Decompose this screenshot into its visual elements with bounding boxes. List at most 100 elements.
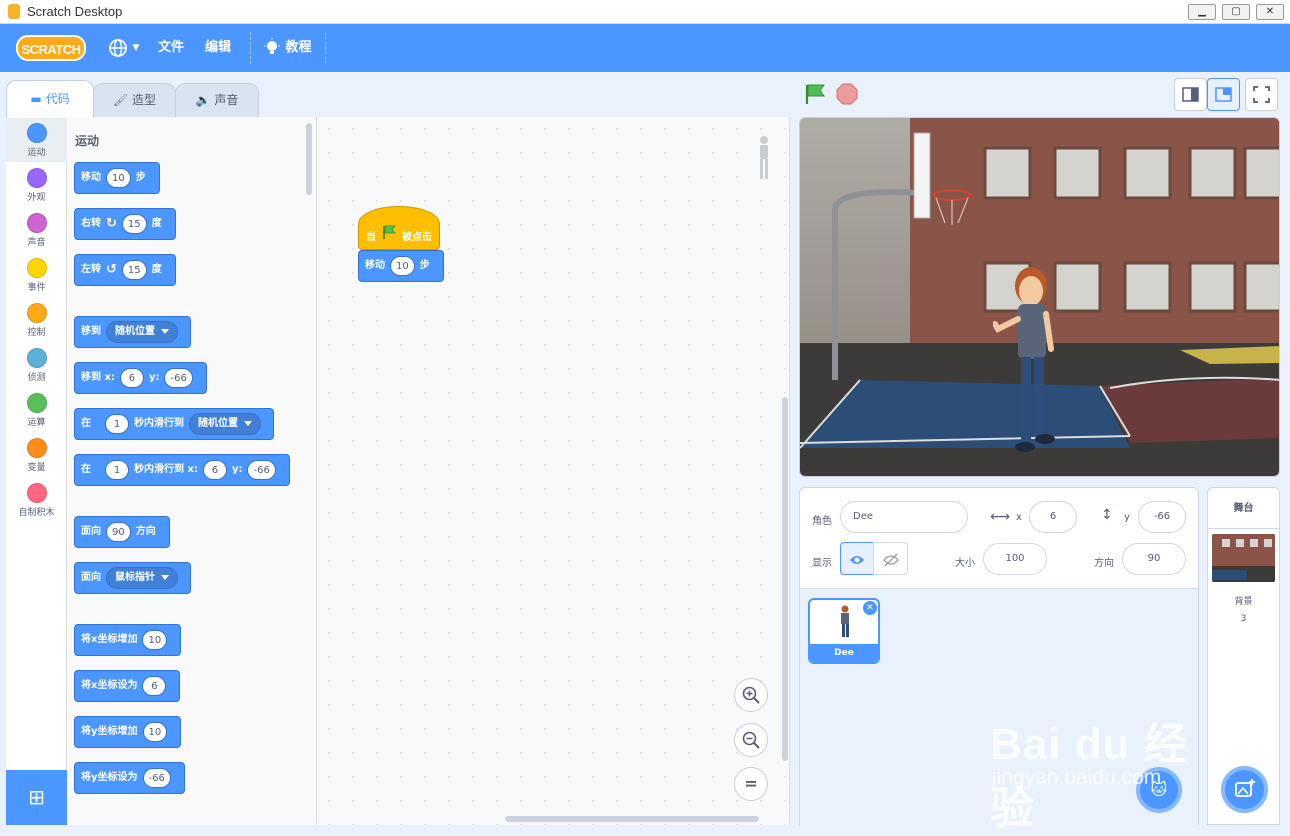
green-flag-button[interactable]: [804, 83, 826, 105]
block-label: y:: [148, 372, 160, 383]
degrees-input[interactable]: 15: [121, 260, 147, 280]
steps-input[interactable]: 10: [390, 256, 415, 276]
category-color-dot: [26, 393, 47, 413]
block-label: 将x坐标设为: [81, 680, 138, 691]
show-sprite-button[interactable]: [840, 542, 874, 575]
large-stage-button[interactable]: [1207, 78, 1240, 111]
tutorials-menu[interactable]: 教程: [263, 24, 312, 72]
palette-category-title: 运动: [75, 134, 100, 148]
dee-sprite[interactable]: [993, 264, 1063, 459]
category-item[interactable]: 声音: [6, 207, 67, 252]
seconds-input[interactable]: 1: [105, 414, 129, 434]
category-label: 外观: [27, 193, 46, 203]
scratch-logo[interactable]: SCRATCH: [16, 35, 86, 61]
lightbulb-icon: [264, 38, 280, 54]
tab-costumes[interactable]: 🖌 造型: [93, 83, 176, 117]
category-color-dot: [26, 168, 47, 188]
maximize-button[interactable]: ▢: [1222, 4, 1250, 20]
block-label: 步: [419, 260, 430, 271]
size-label: 大小: [955, 558, 975, 569]
sprite-name-input[interactable]: Dee: [840, 501, 968, 533]
block-set-y[interactable]: 将y坐标设为 -66: [74, 762, 185, 794]
file-menu[interactable]: 文件: [158, 24, 184, 72]
block-goto[interactable]: 移到 随机位置: [74, 316, 191, 348]
vertical-arrows-icon: ↕: [1101, 507, 1113, 523]
block-label: 将y坐标设为: [81, 772, 138, 783]
script-area[interactable]: 当 被点击 移动 10 步 =: [317, 117, 790, 825]
x-input[interactable]: 6: [1029, 501, 1077, 533]
backdrop-thumbnail[interactable]: [1212, 534, 1275, 582]
size-input[interactable]: 100: [983, 543, 1047, 575]
zoom-in-button[interactable]: [734, 678, 768, 712]
glide-target-dropdown[interactable]: 随机位置: [189, 413, 261, 435]
category-item[interactable]: 侦测: [6, 342, 67, 387]
stage-canvas[interactable]: [799, 117, 1280, 477]
script-horizontal-scrollbar[interactable]: [505, 816, 759, 822]
tab-sounds[interactable]: 🔈 声音: [175, 83, 259, 117]
stop-button[interactable]: [836, 83, 858, 105]
block-set-x[interactable]: 将x坐标设为 6: [74, 670, 181, 702]
minimize-button[interactable]: ▁: [1188, 4, 1216, 20]
degrees-input[interactable]: 15: [121, 214, 147, 234]
direction-input[interactable]: 90: [106, 522, 131, 542]
category-label: 侦测: [27, 373, 46, 383]
add-extension-button[interactable]: ⊞: [6, 770, 67, 825]
language-menu[interactable]: ▼: [108, 24, 139, 72]
zoom-reset-button[interactable]: =: [734, 767, 768, 801]
hide-sprite-button[interactable]: [873, 542, 908, 575]
point-target-dropdown[interactable]: 鼠标指针: [106, 567, 178, 589]
menu-divider: [325, 32, 326, 64]
zoom-out-button[interactable]: [734, 723, 768, 757]
direction-input[interactable]: 90: [1122, 543, 1186, 575]
block-point-direction[interactable]: 面向 90 方向: [74, 516, 170, 548]
block-point-towards[interactable]: 面向 鼠标指针: [74, 562, 191, 594]
block-change-x[interactable]: 将x坐标增加 10: [74, 624, 182, 656]
block-glide-xy[interactable]: 在 1 秒内滑行到 x: 6 y: -66: [74, 454, 290, 486]
x-input[interactable]: 6: [202, 460, 227, 480]
palette-scrollbar[interactable]: [306, 123, 312, 195]
block-glide-to[interactable]: 在 1 秒内滑行到 随机位置: [74, 408, 274, 440]
category-item[interactable]: 外观: [6, 162, 67, 207]
close-button[interactable]: ✕: [1256, 4, 1284, 20]
block-turn-left[interactable]: 左转 ↺ 15 度: [74, 254, 176, 286]
category-item[interactable]: 自制积木: [6, 477, 67, 522]
script-vertical-scrollbar[interactable]: [782, 397, 788, 761]
value-input[interactable]: 6: [142, 676, 167, 696]
block-turn-right[interactable]: 右转 ↻ 15 度: [74, 208, 176, 240]
category-item[interactable]: 事件: [6, 252, 67, 297]
edit-menu[interactable]: 编辑: [205, 24, 231, 72]
block-move-steps-script[interactable]: 移动 10 步: [358, 250, 444, 282]
globe-icon: [109, 39, 127, 57]
add-extension-icon: ⊞: [28, 785, 45, 809]
y-input[interactable]: -66: [1138, 501, 1186, 533]
delete-sprite-button[interactable]: ✕: [863, 601, 877, 615]
y-input[interactable]: -66: [247, 460, 276, 480]
block-goto-xy[interactable]: 移到 x: 6 y: -66: [74, 362, 207, 394]
category-item[interactable]: 运算: [6, 387, 67, 432]
block-move-steps[interactable]: 移动 10 步: [74, 162, 160, 194]
value-input[interactable]: -66: [142, 768, 171, 788]
seconds-input[interactable]: 1: [105, 460, 129, 480]
tab-code[interactable]: ▬ 代码: [6, 80, 94, 118]
block-label: 左转: [81, 264, 101, 275]
category-item[interactable]: 运动: [6, 117, 67, 162]
value-input[interactable]: 10: [142, 722, 168, 742]
value-input[interactable]: 10: [142, 630, 168, 650]
tab-sounds-label: 声音: [214, 93, 239, 107]
small-stage-button[interactable]: [1174, 78, 1207, 111]
block-label: 将y坐标增加: [81, 726, 138, 737]
category-item[interactable]: 控制: [6, 297, 67, 342]
block-label: 在: [81, 464, 91, 475]
steps-input[interactable]: 10: [106, 168, 131, 188]
block-when-flag-clicked[interactable]: 当 被点击: [358, 206, 440, 250]
category-label: 自制积木: [18, 508, 55, 518]
baidu-watermark: Bai du 经验 jingyan.baidu.com: [990, 688, 1230, 833]
sprite-thumbnail[interactable]: Dee ✕: [808, 598, 880, 664]
category-item[interactable]: 变量: [6, 432, 67, 477]
fullscreen-button[interactable]: [1245, 78, 1278, 111]
block-change-y[interactable]: 将y坐标增加 10: [74, 716, 182, 748]
window-title: Scratch Desktop: [27, 4, 123, 19]
goto-target-dropdown[interactable]: 随机位置: [106, 321, 178, 343]
x-input[interactable]: 6: [119, 368, 144, 388]
y-input[interactable]: -66: [164, 368, 193, 388]
